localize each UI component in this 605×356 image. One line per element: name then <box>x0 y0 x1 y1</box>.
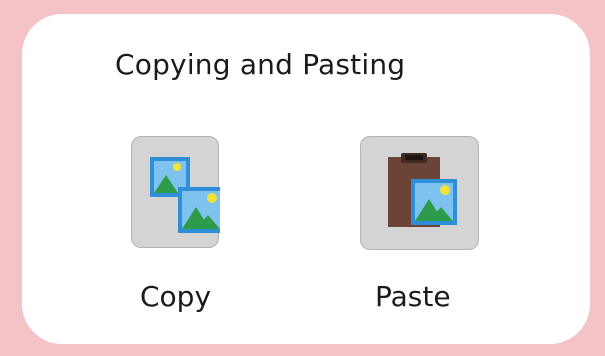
copy-button[interactable] <box>131 136 220 248</box>
panel-title: Copying and Pasting <box>115 48 406 81</box>
paste-label: Paste <box>375 280 451 313</box>
page-background: Copying and Pasting Copy Paste <box>0 0 605 356</box>
paste-clipboard-image-icon <box>388 153 457 227</box>
copy-images-icon <box>150 157 220 233</box>
paste-button[interactable] <box>360 136 479 250</box>
copy-label: Copy <box>140 280 212 313</box>
